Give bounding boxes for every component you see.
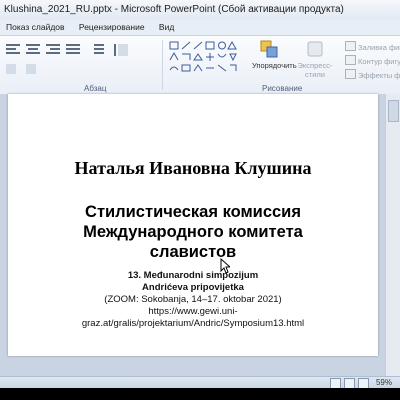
slide-workspace: Наталья Ивановна Клушина Стилистическая … — [0, 94, 400, 376]
slide-sorter-view-button[interactable] — [344, 378, 355, 388]
slide-title-line: Международного комитета — [83, 223, 303, 241]
title-bar: Klushina_2021_RU.pptx - Microsoft PowerP… — [0, 0, 400, 21]
arrange-label: Упорядочить — [252, 61, 297, 70]
scrollbar-thumb[interactable] — [388, 100, 399, 122]
slide-canvas[interactable]: Наталья Ивановна Клушина Стилистическая … — [8, 94, 378, 356]
shape-effects-icon — [345, 69, 356, 79]
ribbon-tabs: Показ слайдов Рецензирование Вид — [0, 20, 400, 35]
quick-styles-button[interactable]: Экспресс-стили — [294, 39, 336, 79]
shape-fill-button[interactable]: Заливка фигуры — [345, 41, 400, 52]
shape-effects-button[interactable]: Эффекты фигур — [345, 69, 400, 80]
symposium-topic: Andrićeva pripovijetka — [142, 282, 244, 293]
shape-outline-icon — [345, 55, 356, 65]
slide-title-line: славистов — [149, 243, 237, 261]
shape-outline-label: Контур фигуры — [358, 57, 400, 66]
vertical-scrollbar[interactable] — [385, 94, 400, 376]
quick-styles-label: Экспресс-стили — [297, 61, 333, 79]
quick-styles-icon — [307, 41, 323, 57]
tab-view[interactable]: Вид — [153, 20, 180, 32]
status-bar: 59% — [0, 376, 400, 388]
slide-title: Стилистическая комиссия Международного к… — [8, 202, 378, 262]
symposium-url-line2: graz.at/gralis/projektarium/Andric/Sympo… — [81, 318, 305, 329]
shape-effects-label: Эффекты фигур — [358, 71, 400, 80]
shape-fill-icon — [345, 41, 356, 51]
zoom-level[interactable]: 59% — [376, 377, 392, 388]
window-title: Klushina_2021_RU.pptx - Microsoft PowerP… — [4, 4, 344, 15]
shape-outline-button[interactable]: Контур фигуры — [345, 55, 400, 66]
normal-view-button[interactable] — [330, 378, 341, 388]
screen-border — [0, 388, 400, 400]
arrange-icon — [260, 40, 278, 58]
slide-author: Наталья Ивановна Клушина — [74, 158, 312, 178]
slide-title-line: Стилистическая комиссия — [85, 203, 301, 221]
paragraph-controls-icon[interactable] — [4, 42, 154, 78]
symposium-name: 13. Međunarodni simpozijum — [127, 270, 259, 281]
ribbon: Абзац Упорядочить Экспресс-стили Заливка… — [0, 35, 400, 95]
tab-review[interactable]: Рецензирование — [73, 20, 151, 32]
shapes-gallery-icon[interactable] — [168, 40, 244, 74]
mouse-cursor-icon — [220, 258, 230, 274]
paragraph-group-label: Абзац — [84, 84, 107, 93]
reading-view-button[interactable] — [358, 378, 369, 388]
arrange-button[interactable]: Упорядочить — [252, 39, 297, 70]
powerpoint-window: Klushina_2021_RU.pptx - Microsoft PowerP… — [0, 0, 400, 388]
symposium-url-line1: https://www.gewi.uni- — [148, 306, 238, 317]
ribbon-separator — [162, 40, 163, 90]
shape-fill-label: Заливка фигуры — [358, 43, 400, 52]
tab-slideshow[interactable]: Показ слайдов — [0, 20, 71, 32]
drawing-group-label: Рисование — [262, 84, 303, 93]
symposium-place-date: (ZOOM: Sokobanja, 14–17. oktobar 2021) — [104, 294, 282, 305]
